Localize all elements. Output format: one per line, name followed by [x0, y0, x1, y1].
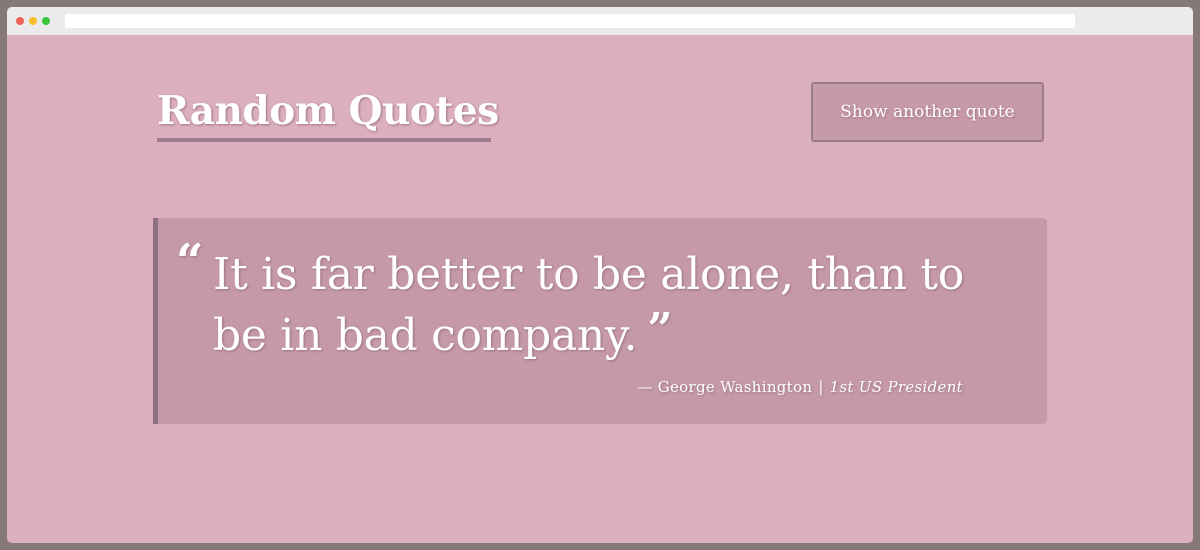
minimize-window-icon[interactable] [29, 17, 37, 25]
page-title: Random Quotes [157, 88, 499, 134]
open-quote-icon: “ [176, 234, 204, 290]
page-content: Random Quotes Show another quote “ It is… [7, 35, 1193, 543]
quote-body: It is far better to be alone, than to be… [213, 249, 964, 361]
close-window-icon[interactable] [16, 17, 24, 25]
maximize-window-icon[interactable] [42, 17, 50, 25]
browser-window: Random Quotes Show another quote “ It is… [7, 7, 1193, 543]
quote-attribution: — George Washington | 1st US President [637, 378, 963, 396]
quote-text: It is far better to be alone, than to be… [213, 244, 1013, 366]
title-underline [157, 138, 491, 142]
quote-author: George Washington [657, 378, 813, 396]
close-quote-icon: ” [647, 304, 673, 355]
quote-card: “ It is far better to be alone, than to … [153, 218, 1047, 424]
address-bar[interactable] [65, 14, 1075, 28]
author-role: 1st US President [829, 378, 963, 396]
attribution-separator: | [818, 378, 824, 396]
attribution-dash: — [637, 378, 653, 396]
show-another-quote-button[interactable]: Show another quote [811, 82, 1044, 142]
browser-toolbar [7, 7, 1193, 35]
